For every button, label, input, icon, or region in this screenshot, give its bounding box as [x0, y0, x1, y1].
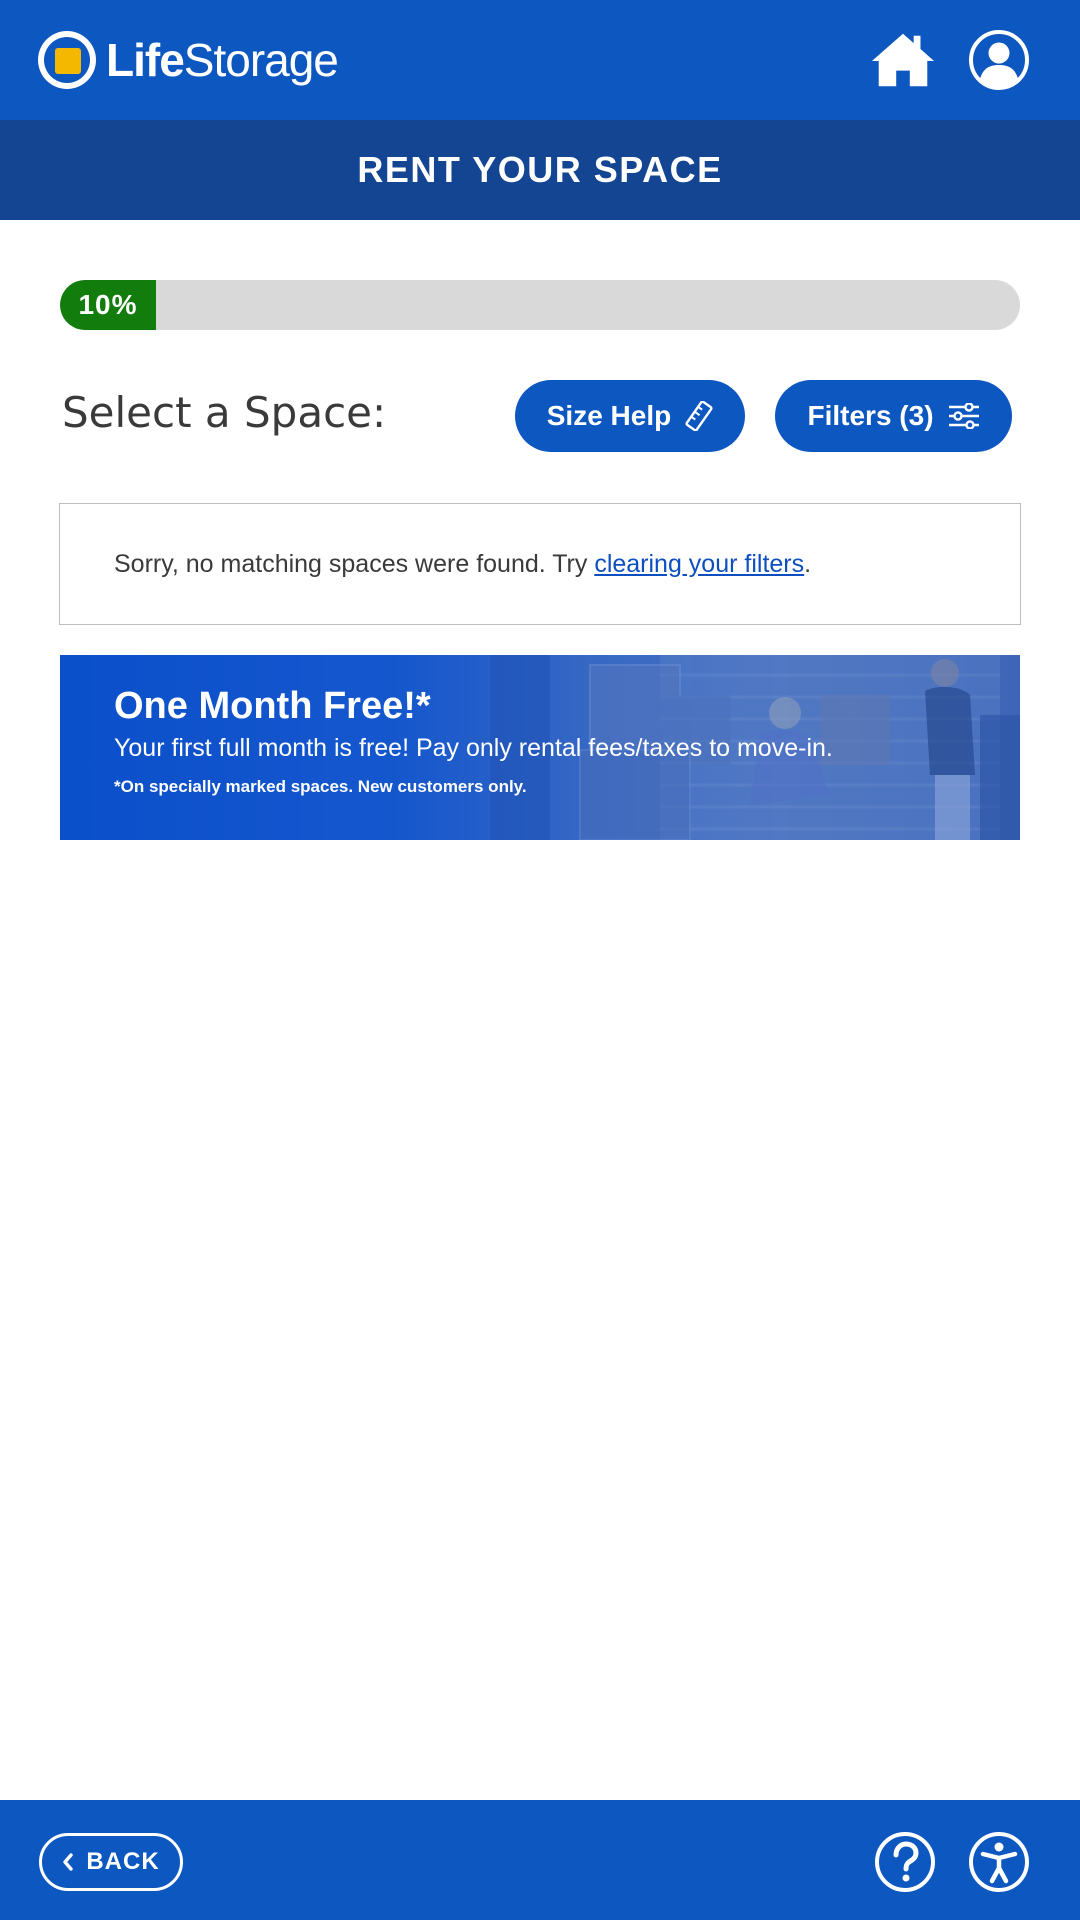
progress-bar: 10%: [60, 280, 1020, 330]
accessibility-icon: [969, 1832, 1029, 1892]
page-title-bar: RENT YOUR SPACE: [0, 120, 1080, 220]
home-icon: [871, 33, 935, 87]
select-space-title: Select a Space:: [62, 388, 387, 437]
life-storage-logo[interactable]: LifeStorage: [38, 28, 339, 92]
no-results-notice: Sorry, no matching spaces were found. Tr…: [59, 503, 1021, 625]
promo-description: Your first full month is free! Pay only …: [114, 734, 833, 762]
filters-label: Filters (3): [807, 400, 934, 431]
back-label: BACK: [86, 1848, 160, 1875]
logo-text-bold: Life: [106, 34, 185, 86]
progress-label: 10%: [78, 289, 138, 320]
account-button[interactable]: [966, 27, 1032, 93]
no-results-text: Sorry, no matching spaces were found. Tr…: [114, 549, 595, 578]
promo-disclaimer: *On specially marked spaces. New custome…: [114, 777, 527, 796]
clear-filters-link[interactable]: clearing your filters: [594, 550, 804, 578]
help-button[interactable]: [873, 1830, 937, 1894]
progress-fill: 10%: [60, 280, 156, 330]
size-help-label: Size Help: [546, 400, 672, 431]
no-results-message: Sorry, no matching spaces were found. Tr…: [114, 550, 811, 579]
home-button[interactable]: [870, 27, 936, 93]
page-title: RENT YOUR SPACE: [357, 149, 723, 190]
ruler-icon: [685, 401, 713, 431]
accessibility-button[interactable]: [967, 1830, 1031, 1894]
logo-mark-icon: [38, 31, 96, 89]
chevron-left-icon: [63, 1853, 74, 1871]
no-results-period: .: [804, 549, 812, 578]
size-help-button[interactable]: Size Help: [515, 380, 745, 452]
filters-button[interactable]: Filters (3): [775, 380, 1012, 452]
promo-title: One Month Free!*: [114, 685, 431, 727]
help-icon: [875, 1832, 935, 1892]
user-icon: [969, 30, 1029, 90]
logo-text: LifeStorage: [106, 34, 339, 86]
top-header: LifeStorage: [0, 0, 1080, 120]
promo-text: One Month Free!* Your first full month i…: [114, 685, 833, 797]
promo-banner[interactable]: One Month Free!* Your first full month i…: [60, 655, 1020, 840]
sliders-icon: [948, 403, 979, 429]
back-button[interactable]: BACK: [39, 1833, 183, 1891]
logo-text-regular: Storage: [183, 34, 339, 86]
